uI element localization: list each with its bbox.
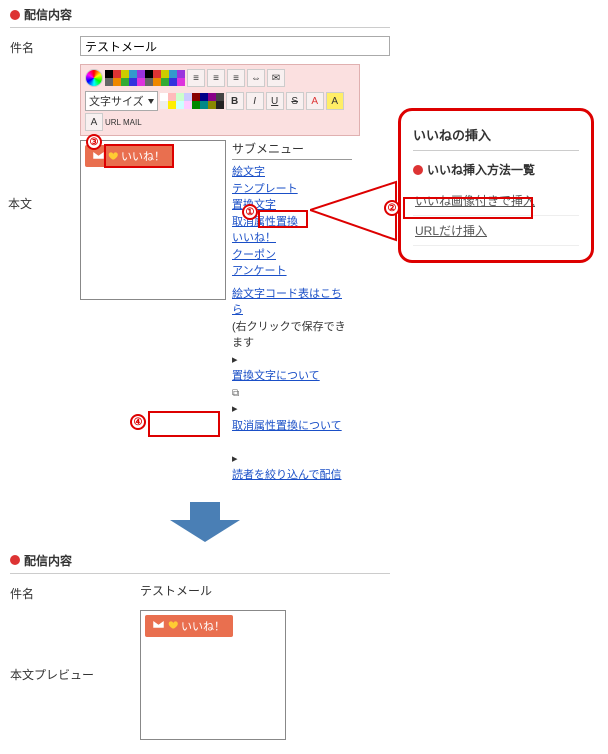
- color-swatch[interactable]: [145, 78, 153, 86]
- color-swatch[interactable]: [216, 101, 224, 109]
- color-swatch[interactable]: [184, 93, 192, 101]
- bullet-icon: [10, 555, 20, 565]
- color-swatch[interactable]: [168, 93, 176, 101]
- color-swatch[interactable]: [160, 101, 168, 109]
- color-swatch[interactable]: [105, 70, 113, 78]
- color-swatch[interactable]: [161, 78, 169, 86]
- color-swatch[interactable]: [169, 70, 177, 78]
- fontcolor-a-button[interactable]: A: [306, 92, 324, 110]
- color-picker-icon[interactable]: [85, 69, 103, 87]
- color-swatch[interactable]: [121, 70, 129, 78]
- strike-button[interactable]: S: [286, 92, 304, 110]
- marker-2: ②: [384, 200, 400, 216]
- color-swatch[interactable]: [176, 101, 184, 109]
- popup-subtitle: いいね挿入方法一覧: [413, 161, 579, 178]
- color-swatch[interactable]: [168, 101, 176, 109]
- section-title-preview: 配信内容: [10, 552, 390, 574]
- section-title-text: 配信内容: [24, 552, 72, 569]
- color-swatch[interactable]: [129, 70, 137, 78]
- url-label: URL: [105, 118, 121, 127]
- bullet-icon: [413, 165, 423, 175]
- clear-a-button[interactable]: A: [85, 113, 103, 131]
- highlight-a-button[interactable]: A: [326, 92, 344, 110]
- insert-with-image-link[interactable]: いいね画像付きで挿入: [413, 186, 579, 216]
- like-button-preview: いいね！: [145, 615, 233, 637]
- rightclick-note: (右クリックで保存できます: [232, 319, 352, 352]
- like-insert-popup: いいねの挿入 いいね挿入方法一覧 いいね画像付きで挿入 URLだけ挿入: [398, 108, 594, 263]
- color-swatch[interactable]: [184, 101, 192, 109]
- subject-label: 件名: [10, 36, 80, 56]
- color-swatch[interactable]: [200, 101, 208, 109]
- marker-3: ③: [86, 134, 102, 150]
- color-swatch[interactable]: [192, 93, 200, 101]
- external-icon: ⧉: [232, 388, 239, 399]
- color-swatch[interactable]: [145, 70, 153, 78]
- color-swatch[interactable]: [153, 70, 161, 78]
- color-swatch[interactable]: [169, 78, 177, 86]
- body-preview: いいね！: [140, 610, 286, 740]
- color-swatch[interactable]: [161, 70, 169, 78]
- color-swatch[interactable]: [105, 78, 113, 86]
- color-swatch[interactable]: [177, 70, 185, 78]
- color-swatch[interactable]: [216, 93, 224, 101]
- color-swatch[interactable]: [160, 93, 168, 101]
- color-swatch[interactable]: [137, 78, 145, 86]
- emoji-chart-link[interactable]: 絵文字コード表はこちら: [232, 286, 352, 319]
- color-swatch[interactable]: [121, 78, 129, 86]
- submenu-title: サブメニュー: [232, 140, 352, 160]
- color-swatch[interactable]: [153, 78, 161, 86]
- color-swatch[interactable]: [192, 101, 200, 109]
- italic-button[interactable]: I: [246, 92, 264, 110]
- insert-url-only-link[interactable]: URLだけ挿入: [413, 216, 579, 246]
- font-size-select[interactable]: 文字サイズ: [85, 91, 158, 111]
- color-swatch[interactable]: [137, 70, 145, 78]
- align-center-icon[interactable]: ≡: [207, 69, 225, 87]
- bold-button[interactable]: B: [226, 92, 244, 110]
- body-label: 本文: [8, 192, 78, 212]
- bullet-icon: [10, 10, 20, 20]
- align-right-icon[interactable]: ≡: [227, 69, 245, 87]
- popup-title: いいねの挿入: [413, 125, 579, 151]
- body-preview-label: 本文プレビュー: [10, 610, 140, 683]
- link-icon[interactable]: ⇔: [247, 69, 265, 87]
- filter-link[interactable]: 読者を絞り込んで配信: [232, 467, 352, 484]
- align-left-icon[interactable]: ≡: [187, 69, 205, 87]
- marker-4: ④: [130, 414, 146, 430]
- color-swatch[interactable]: [113, 78, 121, 86]
- section-title-text: 配信内容: [24, 6, 72, 23]
- submenu-panel: サブメニュー 絵文字テンプレート置換文字取消属性置換いいね！クーポンアンケート …: [232, 140, 352, 484]
- color-palette[interactable]: [105, 70, 185, 86]
- replace-link[interactable]: 置換文字について: [232, 368, 352, 385]
- submenu-item[interactable]: 絵文字: [232, 164, 352, 181]
- submenu-item[interactable]: いいね！: [232, 230, 352, 247]
- color-swatch[interactable]: [177, 78, 185, 86]
- body-editor[interactable]: いいね！: [80, 140, 226, 300]
- section-title-edit: 配信内容: [10, 6, 390, 28]
- color-swatch[interactable]: [129, 78, 137, 86]
- marker-1: ①: [242, 204, 258, 220]
- subject-input[interactable]: [80, 36, 390, 56]
- envelope-icon[interactable]: ✉: [267, 69, 285, 87]
- underline-button[interactable]: U: [266, 92, 284, 110]
- cancel-attr-link[interactable]: 取消属性置換について: [232, 418, 352, 435]
- submenu-item[interactable]: クーポン: [232, 247, 352, 264]
- subject-preview-value: テストメール: [140, 582, 212, 599]
- submenu-item[interactable]: テンプレート: [232, 181, 352, 198]
- color-swatch[interactable]: [208, 93, 216, 101]
- editor-toolbar: ≡ ≡ ≡ ⇔ ✉ 文字サイズ B I U S A A A URL MAIL: [80, 64, 360, 136]
- color-swatch[interactable]: [200, 93, 208, 101]
- mail-label: MAIL: [123, 118, 142, 127]
- color-swatch[interactable]: [113, 70, 121, 78]
- color-swatch[interactable]: [176, 93, 184, 101]
- flow-arrow-down-icon: [170, 502, 240, 542]
- color-swatch[interactable]: [208, 101, 216, 109]
- submenu-item[interactable]: アンケート: [232, 263, 352, 280]
- color-palette-ext[interactable]: [160, 93, 224, 109]
- subject-label-preview: 件名: [10, 582, 140, 602]
